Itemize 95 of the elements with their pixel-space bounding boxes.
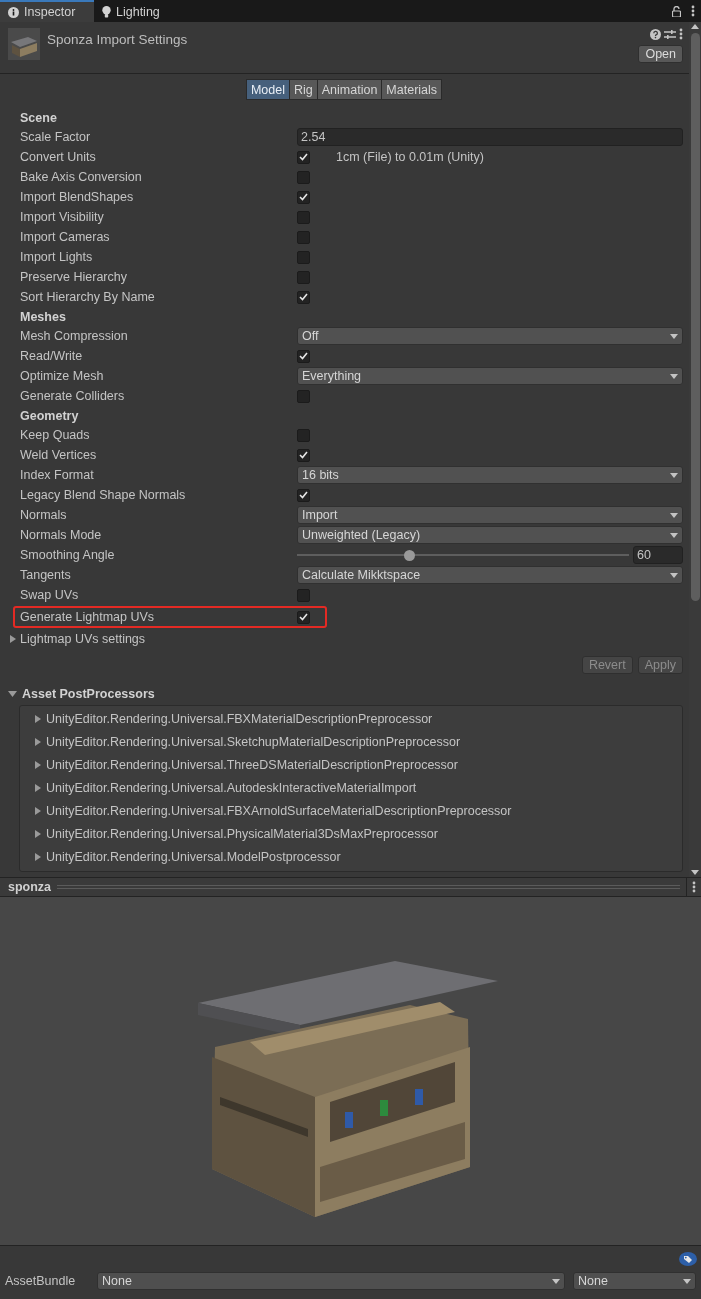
postprocessor-item[interactable]: UnityEditor.Rendering.Universal.FBXMaterialDescriptionPreprocessor xyxy=(46,711,433,726)
import-tab[interactable]: Animation xyxy=(316,79,383,100)
field-label: Sort Hierarchy By Name xyxy=(20,290,156,304)
field-label: Import Cameras xyxy=(20,230,111,244)
open-button[interactable]: Open xyxy=(638,45,683,63)
help-icon[interactable] xyxy=(650,28,661,40)
checkbox[interactable] xyxy=(297,270,310,284)
asset-title: Sponza Import Settings xyxy=(47,31,189,49)
settings-icon[interactable] xyxy=(664,28,676,40)
caret-icon xyxy=(670,512,678,518)
section-heading: Meshes xyxy=(20,309,66,324)
caret-icon xyxy=(670,333,678,339)
field-label: Index Format xyxy=(20,468,95,482)
tag-icon[interactable] xyxy=(679,1252,697,1266)
field-label: Mesh Compression xyxy=(20,329,129,343)
field-label: Tangents xyxy=(20,568,72,582)
field-label: Preserve Hierarchy xyxy=(20,270,128,284)
number-field[interactable]: 60 xyxy=(633,546,683,564)
field-label: Weld Vertices xyxy=(20,448,98,462)
import-tab[interactable]: Model xyxy=(245,79,290,100)
checkbox[interactable] xyxy=(297,610,310,624)
caret-icon xyxy=(552,1278,560,1284)
dropdown[interactable]: None xyxy=(573,1272,696,1290)
checkbox[interactable] xyxy=(297,190,310,204)
checkbox[interactable] xyxy=(297,290,310,304)
caret-icon xyxy=(670,472,678,478)
postprocessor-item[interactable]: UnityEditor.Rendering.Universal.PhysicalMaterial3DsMaxPreprocessor xyxy=(46,826,438,841)
checkbox[interactable] xyxy=(297,150,310,164)
caret-icon xyxy=(683,1278,691,1284)
dropdown[interactable]: None xyxy=(97,1272,565,1290)
foldout-label[interactable]: Asset PostProcessors xyxy=(22,687,155,701)
field-label: Bake Axis Conversion xyxy=(20,170,143,184)
section-heading: Scene xyxy=(20,110,57,125)
checkbox[interactable] xyxy=(297,170,310,184)
postprocessor-item[interactable]: UnityEditor.Rendering.Universal.SketchupMaterialDescriptionPreprocessor xyxy=(46,734,461,749)
dropdown[interactable]: Unweighted (Legacy) xyxy=(297,526,683,544)
dropdown[interactable]: Calculate Mikktspace xyxy=(297,566,683,584)
dropdown[interactable]: Everything xyxy=(297,367,683,385)
checkbox[interactable] xyxy=(297,389,310,403)
field-label: Smoothing Angle xyxy=(20,548,116,562)
postprocessor-item[interactable]: UnityEditor.Rendering.Universal.ThreeDSMaterialDescriptionPreprocessor xyxy=(46,757,458,772)
field-label: Scale Factor xyxy=(20,130,92,144)
expanded-triangle-icon[interactable] xyxy=(7,689,19,699)
field-label: Import Visibility xyxy=(20,210,105,224)
slider-thumb[interactable] xyxy=(403,549,415,561)
scrollbar-thumb[interactable] xyxy=(690,33,700,601)
dropdown[interactable]: Off xyxy=(297,327,683,345)
import-tab[interactable]: Rig xyxy=(289,79,318,100)
field-label: Optimize Mesh xyxy=(20,369,105,383)
checkbox[interactable] xyxy=(297,230,310,244)
checkbox[interactable] xyxy=(297,210,310,224)
info-icon xyxy=(8,6,19,18)
checkbox[interactable] xyxy=(297,588,310,602)
checkbox[interactable] xyxy=(297,250,310,264)
field-label: Import BlendShapes xyxy=(20,190,135,204)
postprocessor-item[interactable]: UnityEditor.Rendering.Universal.ModelPostprocessor xyxy=(46,849,341,864)
postprocessor-item[interactable]: UnityEditor.Rendering.Universal.AutodeskInteractiveMaterialImport xyxy=(46,780,417,795)
scroll-up-icon[interactable] xyxy=(691,24,699,29)
section-heading: Geometry xyxy=(20,408,79,423)
editor-tab[interactable]: Lighting xyxy=(94,0,170,22)
field-label: Normals xyxy=(20,508,68,522)
text-field[interactable]: 2.54 xyxy=(297,128,683,146)
field-label: Read/Write xyxy=(20,349,84,363)
checkbox[interactable] xyxy=(297,428,310,442)
conversion-note: 1cm (File) to 0.01m (Unity) xyxy=(336,150,484,164)
caret-icon xyxy=(670,532,678,538)
caret-icon xyxy=(670,572,678,578)
postprocessor-item[interactable]: UnityEditor.Rendering.Universal.FBXArnoldSurfaceMaterialDescriptionPreprocessor xyxy=(46,803,512,818)
more-icon[interactable] xyxy=(679,28,683,40)
editor-tab[interactable]: Inspector xyxy=(0,0,94,22)
caret-icon xyxy=(670,373,678,379)
field-label: Import Lights xyxy=(20,250,94,264)
more-icon[interactable] xyxy=(692,881,696,893)
dropdown[interactable]: 16 bits xyxy=(297,466,683,484)
field-label: Convert Units xyxy=(20,150,97,164)
import-tab[interactable]: Materials xyxy=(381,79,443,100)
resize-grip[interactable] xyxy=(57,885,680,889)
scrollbar[interactable] xyxy=(689,22,701,877)
checkbox[interactable] xyxy=(297,349,310,363)
field-label: Keep Quads xyxy=(20,428,91,442)
dropdown[interactable]: Import xyxy=(297,506,683,524)
field-label: AssetBundle xyxy=(5,1274,77,1288)
field-label: Generate Colliders xyxy=(20,389,126,403)
field-label: Generate Lightmap UVs xyxy=(20,610,156,624)
lock-icon[interactable] xyxy=(672,5,681,17)
preview-title: sponza xyxy=(8,880,52,894)
scroll-down-icon[interactable] xyxy=(691,870,699,875)
checkbox[interactable] xyxy=(297,488,310,502)
field-label: Swap UVs xyxy=(20,588,80,602)
foldout-label[interactable]: Lightmap UVs settings xyxy=(20,632,146,646)
checkbox[interactable] xyxy=(297,448,310,462)
lightbulb-icon xyxy=(102,6,111,18)
more-icon[interactable] xyxy=(691,5,695,17)
field-label: Normals Mode xyxy=(20,528,103,542)
field-label: Legacy Blend Shape Normals xyxy=(20,488,187,502)
